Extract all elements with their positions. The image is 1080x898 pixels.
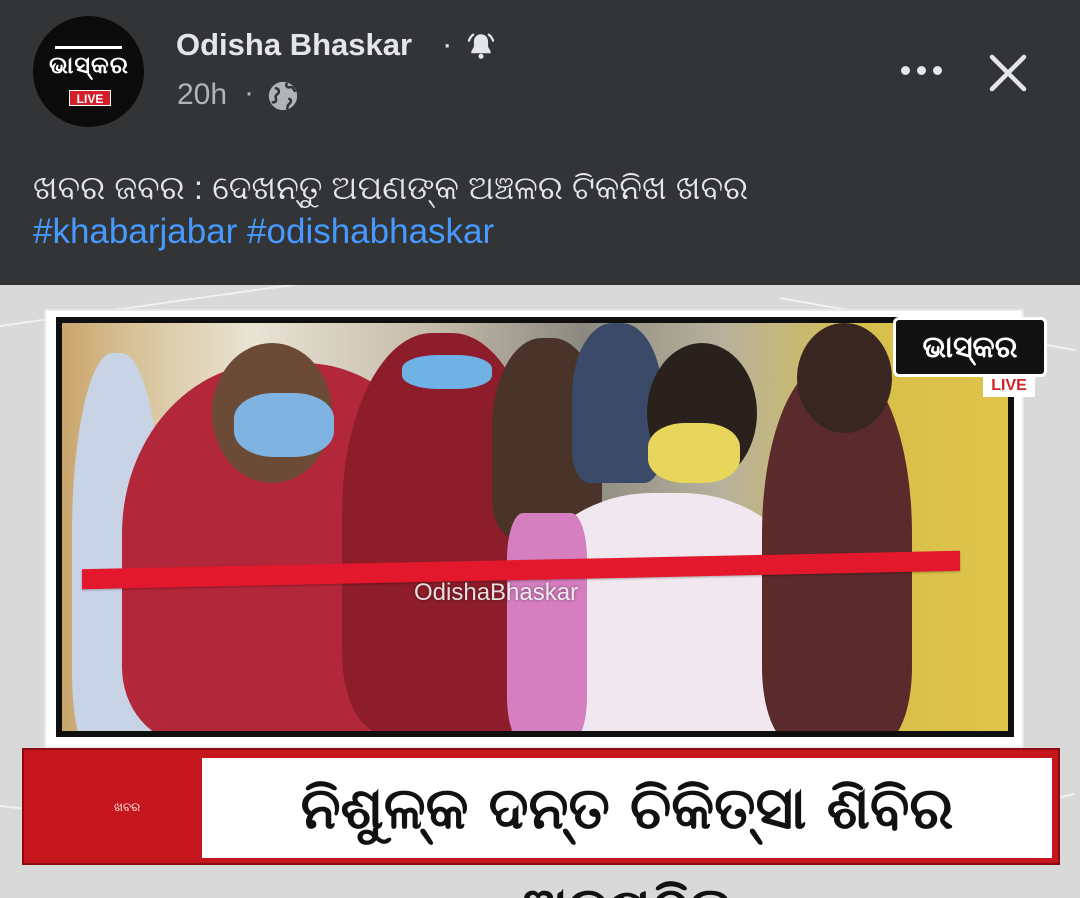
saree-drape xyxy=(507,513,587,731)
lower-third-tag: ଖବର xyxy=(114,800,141,814)
face-mask xyxy=(234,393,334,457)
bell-icon[interactable] xyxy=(464,30,498,64)
channel-logo-text: ଭାସ୍କର xyxy=(893,317,1047,377)
channel-live-badge: LIVE xyxy=(983,375,1035,397)
page-avatar[interactable]: ଭାସ୍କର LIVE xyxy=(33,16,144,127)
hashtag-odishabhaskar[interactable]: #odishabhaskar xyxy=(247,212,494,251)
close-icon[interactable] xyxy=(985,50,1031,96)
face-mask xyxy=(402,355,492,389)
face-mask xyxy=(648,423,740,483)
page-name[interactable]: Odisha Bhaskar xyxy=(176,27,412,63)
channel-logo: ଭାସ୍କର LIVE xyxy=(893,317,1047,397)
globe-icon[interactable] xyxy=(266,79,300,113)
name-separator: · xyxy=(442,26,453,61)
video-watermark: OdishaBhaskar xyxy=(414,579,579,606)
headline-box: ନିଶୁଳ୍କ ଦନ୍ତ ଚିକିତ୍ସା ଶିବିର ଅନୁଷ୍ଠିତ xyxy=(202,758,1052,898)
video-still[interactable]: OdishaBhaskar xyxy=(56,317,1014,737)
hashtag-list: #khabarjabar #odishabhaskar xyxy=(33,212,494,252)
more-dot xyxy=(900,65,910,75)
hashtag-khabarjabar[interactable]: #khabarjabar xyxy=(33,212,237,251)
post-caption: ଖବର ଜବର : ଦେଖନ୍ତୁ ଅପଣଙ୍କ ଅଞ୍ଚଳର ଟିକନିଖ ଖ… xyxy=(33,169,749,206)
time-separator: · xyxy=(244,76,254,109)
news-lower-third: ଖବର ନିଶୁଳ୍କ ଦନ୍ତ ଚିକିତ୍ସା ଶିବିର ଅନୁଷ୍ଠିତ xyxy=(22,748,1060,898)
post-header: ଭାସ୍କର LIVE Odisha Bhaskar · 20h · ଖବର ଜ… xyxy=(0,0,1080,285)
post-timestamp[interactable]: 20h xyxy=(177,78,227,112)
more-dot xyxy=(932,65,942,75)
avatar-logo-text: ଭାସ୍କର xyxy=(49,52,129,79)
more-options-button[interactable] xyxy=(893,50,949,90)
person-head xyxy=(797,323,892,433)
avatar-live-badge: LIVE xyxy=(69,90,111,106)
news-headline: ନିଶୁଳ୍କ ଦନ୍ତ ଚିକିତ୍ସା ଶିବିର ଅନୁଷ୍ଠିତ xyxy=(300,774,954,898)
more-dot xyxy=(916,65,926,75)
